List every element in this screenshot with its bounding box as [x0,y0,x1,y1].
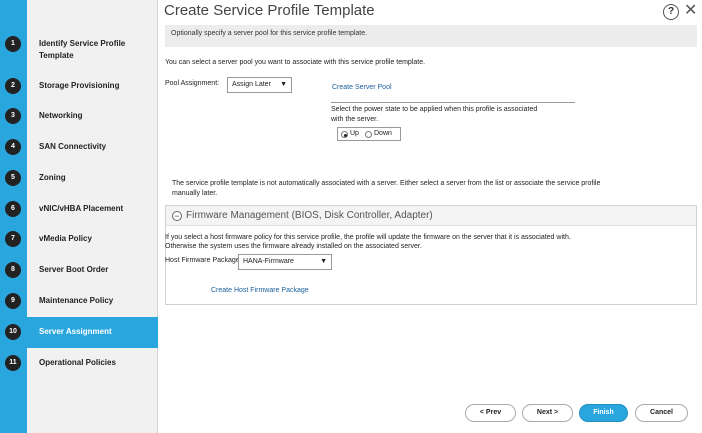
step-label: Maintenance Policy [39,296,114,305]
step-number: 10 [5,324,21,340]
collapse-icon[interactable]: − [172,211,182,221]
pool-intro-text: You can select a server pool you want to… [165,59,426,66]
step-number: 2 [5,78,21,94]
step-label: Server Assignment [39,327,112,336]
step-number: 11 [5,355,21,371]
pool-assignment-label: Pool Assignment: [165,80,220,87]
step-item-operational-policies[interactable]: 11 Operational Policies [0,348,158,379]
chevron-down-icon: ▼ [320,258,327,265]
cancel-button[interactable]: Cancel [635,404,688,422]
step-item-server-boot-order[interactable]: 8 Server Boot Order [0,255,158,286]
power-state-text-line2: with the server. [331,116,379,123]
step-number: 1 [5,36,21,52]
step-number: 3 [5,108,21,124]
step-item-san-connectivity[interactable]: 4 SAN Connectivity [0,132,158,163]
firmware-description-line2: Otherwise the system uses the firmware a… [165,243,422,250]
power-state-radio-group: Up Down [337,127,401,141]
step-number: 9 [5,293,21,309]
step-number: 4 [5,139,21,155]
step-label: Identify Service Profile [39,39,126,48]
close-icon[interactable]: ✕ [684,3,697,19]
host-firmware-package-select[interactable]: HANA-Firmware ▼ [238,254,332,270]
step-label: Operational Policies [39,358,116,367]
step-label: Server Boot Order [39,265,109,274]
firmware-panel-title: Firmware Management (BIOS, Disk Controll… [186,210,433,221]
power-up-radio[interactable] [341,131,348,138]
help-icon[interactable]: ? [663,4,679,20]
finish-button[interactable]: Finish [579,404,628,422]
step-item-vnic-vhba-placement[interactable]: 6 vNIC/vHBA Placement [0,194,158,225]
info-banner: Optionally specify a server pool for thi… [165,25,697,47]
step-label: vNIC/vHBA Placement [39,204,124,213]
step-item-zoning[interactable]: 5 Zoning [0,163,158,194]
step-label: vMedia Policy [39,234,92,243]
step-label: SAN Connectivity [39,142,107,151]
power-down-radio[interactable] [365,131,372,138]
step-item-identify-service-profile-template[interactable]: 1 Identify Service Profile Template [0,29,158,60]
divider [331,102,575,103]
not-associated-text-line2: manually later. [172,190,218,197]
firmware-panel-header[interactable]: − Firmware Management (BIOS, Disk Contro… [166,206,696,226]
step-number: 8 [5,262,21,278]
create-host-firmware-package-link[interactable]: Create Host Firmware Package [211,287,309,294]
step-number: 6 [5,201,21,217]
not-associated-text: The service profile template is not auto… [172,180,601,187]
next-button[interactable]: Next > [522,404,573,422]
host-firmware-package-label: Host Firmware Package: [165,257,242,264]
power-state-text: Select the power state to be applied whe… [331,106,538,113]
power-up-label: Up [350,130,359,137]
firmware-description: If you select a host firmware policy for… [165,234,571,241]
host-firmware-package-value: HANA-Firmware [243,258,294,265]
step-label-line2: Template [39,51,74,60]
create-server-pool-link[interactable]: Create Server Pool [332,84,392,91]
step-item-maintenance-policy[interactable]: 9 Maintenance Policy [0,286,158,317]
step-label: Zoning [39,173,66,182]
pool-assignment-select[interactable]: Assign Later ▼ [227,77,292,93]
step-number: 7 [5,231,21,247]
step-label: Storage Provisioning [39,81,120,90]
pool-assignment-value: Assign Later [232,81,271,88]
step-item-vmedia-policy[interactable]: 7 vMedia Policy [0,224,158,255]
step-item-server-assignment[interactable]: 10 Server Assignment [0,317,158,348]
step-item-storage-provisioning[interactable]: 2 Storage Provisioning [0,71,158,102]
page-title: Create Service Profile Template [164,2,375,19]
chevron-down-icon: ▼ [280,81,287,88]
step-label: Networking [39,111,83,120]
power-down-label: Down [374,130,392,137]
prev-button[interactable]: < Prev [465,404,516,422]
step-number: 5 [5,170,21,186]
step-item-networking[interactable]: 3 Networking [0,101,158,132]
